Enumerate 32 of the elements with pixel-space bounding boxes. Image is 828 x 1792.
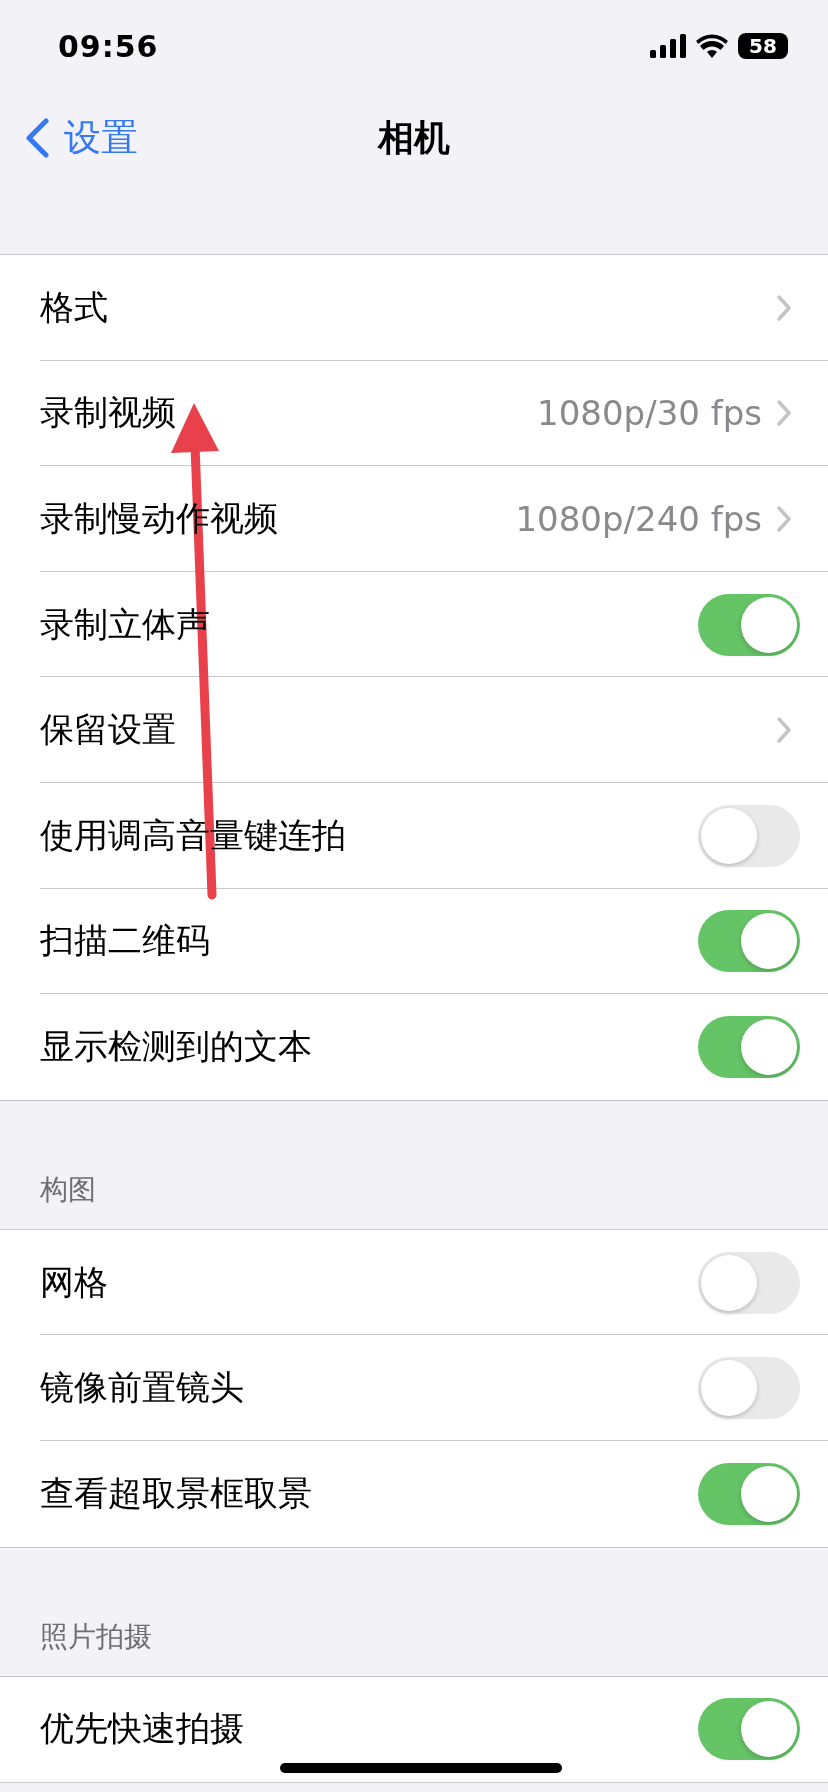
- setting-label: 镜像前置镜头: [40, 1366, 244, 1410]
- toggle-switch[interactable]: [698, 910, 800, 973]
- setting-label: 保留设置: [40, 708, 176, 752]
- wifi-icon: [696, 34, 728, 58]
- toggle-switch[interactable]: [698, 1462, 800, 1525]
- section-header: 照片拍摄: [39, 1618, 153, 1655]
- setting-label: 查看超取景框取景: [40, 1471, 312, 1515]
- toggle-switch[interactable]: [698, 1698, 800, 1761]
- battery-icon: 58: [738, 33, 788, 59]
- setting-label: 格式: [40, 285, 108, 329]
- time: 09:56: [58, 28, 160, 64]
- setting-label: 显示检测到的文本: [40, 1024, 312, 1068]
- chevron-icon[interactable]: [776, 399, 792, 428]
- toggle-switch[interactable]: [698, 1357, 800, 1420]
- section-header: 构图: [39, 1171, 97, 1208]
- setting-label: 优先快速拍摄: [40, 1707, 244, 1751]
- back-button[interactable]: 设置: [0, 113, 138, 163]
- signal-icon: [650, 34, 686, 58]
- toggle-switch[interactable]: [698, 1015, 800, 1078]
- chevron-icon[interactable]: [776, 505, 792, 533]
- chevron-icon[interactable]: [776, 716, 792, 745]
- toggle-switch[interactable]: [698, 1251, 800, 1314]
- setting-label: 扫描二维码: [40, 919, 210, 963]
- back-chevron-icon: [24, 118, 50, 158]
- setting-label: 网格: [40, 1260, 108, 1304]
- toggle-switch[interactable]: [698, 804, 800, 867]
- setting-label: 录制视频: [40, 391, 176, 435]
- page-title: 相机: [378, 115, 450, 160]
- toggle-switch[interactable]: [698, 593, 800, 656]
- chevron-icon[interactable]: [776, 293, 792, 322]
- setting-value: 1080p/30 fps: [537, 393, 762, 434]
- setting-value: 1080p/240 fps: [515, 499, 762, 539]
